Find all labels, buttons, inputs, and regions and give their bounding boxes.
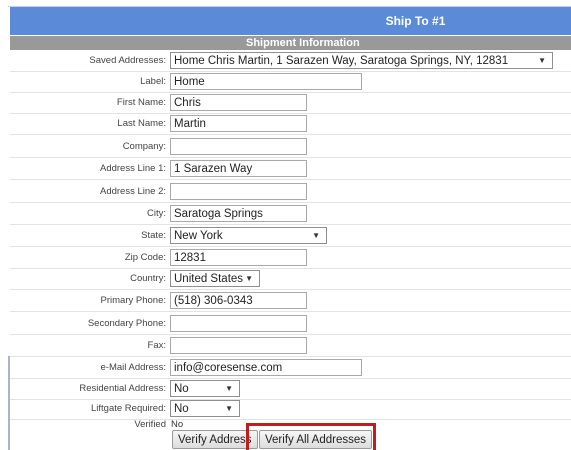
- primary-phone-input[interactable]: (518) 306-0343: [170, 292, 307, 309]
- last-name-label: Last Name:: [117, 118, 166, 129]
- row-email: e-Mail Address: info@coresense.com: [10, 358, 571, 379]
- primary-phone-value: (518) 306-0343: [174, 295, 253, 307]
- country-value: United States: [174, 273, 244, 285]
- verified-value: No: [171, 419, 184, 430]
- primary-phone-label: Primary Phone:: [100, 295, 166, 306]
- row-actions: Verify Address Verify All Addresses: [10, 430, 571, 450]
- city-input[interactable]: Saratoga Springs: [170, 205, 307, 222]
- row-zip-code: Zip Code: 12831: [10, 248, 571, 269]
- row-last-name: Last Name: Martin: [10, 114, 571, 135]
- saved-addresses-label: Saved Addresses:: [89, 55, 166, 66]
- row-country: Country: United States ▼: [10, 269, 571, 290]
- city-value: Saratoga Springs: [174, 208, 263, 220]
- row-primary-phone: Primary Phone: (518) 306-0343: [10, 291, 571, 312]
- row-first-name: First Name: Chris: [10, 93, 571, 114]
- liftgate-value: No: [174, 403, 189, 415]
- row-address-line-2: Address Line 2:: [10, 182, 571, 203]
- state-label: State:: [141, 230, 166, 241]
- verify-all-addresses-button[interactable]: Verify All Addresses: [259, 430, 372, 449]
- row-address-line-1: Address Line 1: 1 Sarazen Way: [10, 159, 571, 180]
- chevron-down-icon: ▼: [225, 384, 233, 393]
- first-name-input[interactable]: Chris: [170, 94, 307, 111]
- saved-addresses-value: Home Chris Martin, 1 Sarazen Way, Sarato…: [174, 55, 509, 67]
- fax-input[interactable]: [170, 337, 307, 354]
- row-label: Label: Home: [10, 72, 571, 93]
- last-name-input[interactable]: Martin: [170, 115, 307, 132]
- label-label: Label:: [140, 76, 166, 87]
- section-header: Ship To #1: [10, 7, 571, 35]
- address-line-1-value: 1 Sarazen Way: [174, 163, 253, 175]
- address-line-2-label: Address Line 2:: [99, 186, 166, 197]
- secondary-phone-input[interactable]: [170, 315, 307, 332]
- section-subtitle: Shipment Information: [246, 37, 360, 49]
- row-secondary-phone: Secondary Phone:: [10, 314, 571, 335]
- email-value: info@coresense.com: [174, 362, 283, 374]
- row-verified: Verified No: [10, 417, 571, 431]
- verify-address-button[interactable]: Verify Address: [172, 430, 258, 449]
- row-saved-addresses: Saved Addresses: Home Chris Martin, 1 Sa…: [10, 51, 571, 72]
- city-label: City:: [147, 208, 166, 219]
- chevron-down-icon: ▼: [312, 231, 320, 240]
- email-label: e-Mail Address:: [100, 362, 166, 373]
- label-input-value: Home: [174, 76, 205, 88]
- label-input[interactable]: Home: [170, 73, 362, 90]
- zip-code-input[interactable]: 12831: [170, 249, 307, 266]
- row-city: City: Saratoga Springs: [10, 204, 571, 225]
- liftgate-label: Liftgate Required:: [91, 403, 166, 414]
- chevron-down-icon: ▼: [538, 56, 546, 65]
- row-residential: Residential Address: No ▼: [10, 379, 571, 400]
- residential-label: Residential Address:: [79, 383, 166, 394]
- first-name-value: Chris: [174, 97, 201, 109]
- section-subheader: Shipment Information: [10, 36, 571, 50]
- country-select[interactable]: United States ▼: [170, 270, 260, 287]
- residential-select[interactable]: No ▼: [170, 380, 240, 397]
- state-select[interactable]: New York ▼: [170, 227, 327, 244]
- country-label: Country:: [130, 273, 166, 284]
- state-value: New York: [174, 230, 223, 242]
- chevron-down-icon: ▼: [245, 274, 253, 283]
- chevron-down-icon: ▼: [225, 404, 233, 413]
- address-line-2-input[interactable]: [170, 183, 307, 200]
- row-company: Company:: [10, 137, 571, 158]
- zip-code-label: Zip Code:: [124, 252, 166, 263]
- section-title: Ship To #1: [385, 14, 446, 28]
- company-label: Company:: [122, 141, 166, 152]
- liftgate-select[interactable]: No ▼: [170, 400, 240, 417]
- verified-label: Verified: [134, 419, 166, 430]
- first-name-label: First Name:: [116, 97, 166, 108]
- address-line-1-label: Address Line 1:: [99, 163, 166, 174]
- address-line-1-input[interactable]: 1 Sarazen Way: [170, 160, 307, 177]
- email-input[interactable]: info@coresense.com: [170, 359, 362, 376]
- company-input[interactable]: [170, 138, 307, 155]
- last-name-value: Martin: [174, 118, 206, 130]
- fax-label: Fax:: [147, 340, 166, 351]
- residential-value: No: [174, 383, 189, 395]
- saved-addresses-select[interactable]: Home Chris Martin, 1 Sarazen Way, Sarato…: [170, 52, 553, 69]
- row-state: State: New York ▼: [10, 226, 571, 247]
- row-fax: Fax:: [10, 336, 571, 357]
- secondary-phone-label: Secondary Phone:: [87, 318, 166, 329]
- zip-code-value: 12831: [174, 252, 206, 264]
